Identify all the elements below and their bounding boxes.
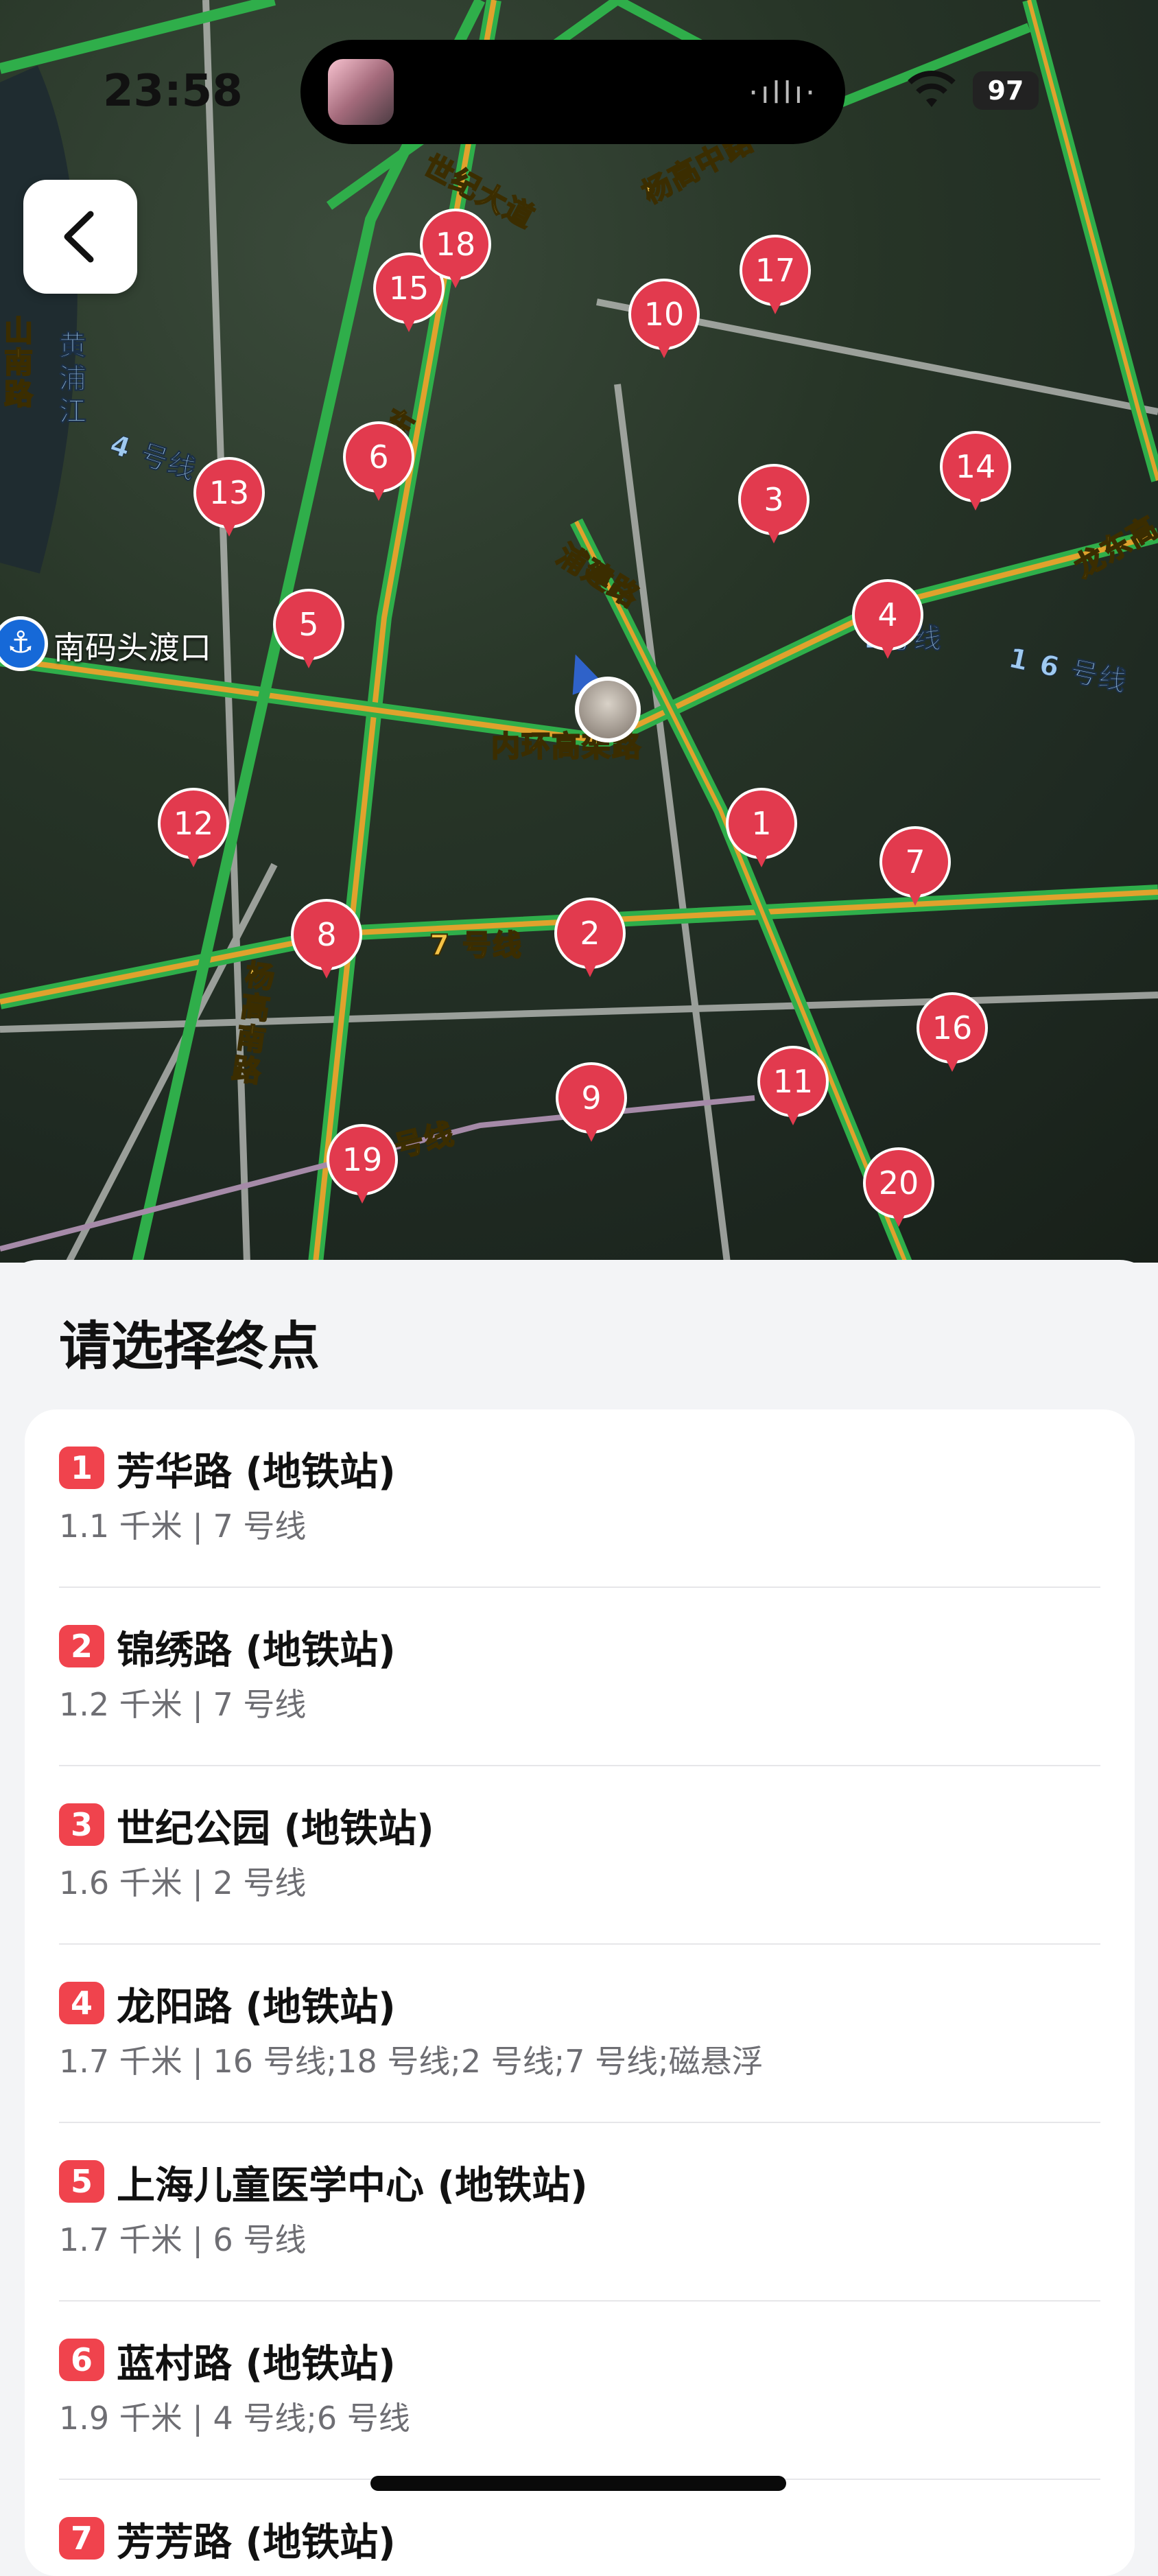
station-details: 1.7 千米 | 6 号线 <box>59 2221 307 2258</box>
station-details: 1.6 千米 | 2 号线 <box>59 1864 307 1901</box>
map-pin-10[interactable]: 10 <box>628 279 700 362</box>
current-location-marker <box>560 648 643 745</box>
map-pin-13[interactable]: 13 <box>193 457 265 541</box>
map-pin-14[interactable]: 14 <box>940 431 1011 515</box>
map-pin-7[interactable]: 7 <box>879 826 951 910</box>
map-pin-17[interactable]: 17 <box>740 235 811 318</box>
station-name: 世纪公园 (地铁站) <box>117 1807 434 1851</box>
map-pin-19[interactable]: 19 <box>327 1124 398 1208</box>
waveform-icon: ·ıllı· <box>748 75 818 110</box>
back-button[interactable] <box>23 180 137 294</box>
item-number-badge: 7 <box>59 2517 104 2560</box>
map-pin-1[interactable]: 1 <box>726 788 797 871</box>
station-details: 1.7 千米 | 16 号线;18 号线;2 号线;7 号线;磁悬浮 <box>59 2043 764 2080</box>
station-details: 1.2 千米 | 7 号线 <box>59 1686 307 1723</box>
list-item[interactable]: 3 世纪公园 (地铁站) 1.6 千米 | 2 号线 <box>59 1766 1100 1945</box>
chevron-left-icon <box>64 211 94 263</box>
ferry-label: 南码头渡口 <box>54 629 211 666</box>
sheet-title: 请选择终点 <box>59 1315 320 1377</box>
station-details: 1.9 千米 | 4 号线;6 号线 <box>59 2400 410 2437</box>
battery-indicator: 97 <box>973 71 1039 110</box>
station-details: 1.1 千米 | 7 号线 <box>59 1508 307 1545</box>
item-number-badge: 2 <box>59 1625 104 1667</box>
list-item[interactable]: 5 上海儿童医学中心 (地铁站) 1.7 千米 | 6 号线 <box>59 2123 1100 2302</box>
map-pin-16[interactable]: 16 <box>917 992 988 1076</box>
wifi-icon <box>908 71 956 107</box>
map-pin-6[interactable]: 6 <box>343 421 414 505</box>
item-number-badge: 1 <box>59 1447 104 1489</box>
map-pin-18[interactable]: 18 <box>420 209 491 292</box>
map-pin-8[interactable]: 8 <box>291 899 362 983</box>
user-avatar <box>575 677 641 742</box>
map-pin-5[interactable]: 5 <box>273 589 344 672</box>
item-number-badge: 5 <box>59 2160 104 2203</box>
station-name: 龙阳路 (地铁站) <box>117 1985 396 2030</box>
station-name: 锦绣路 (地铁站) <box>117 1628 396 1673</box>
map-pin-4[interactable]: 4 <box>852 579 923 663</box>
map-label-huangpu-river: 黄浦江 <box>59 330 88 428</box>
map-label-line7: 7 号线 <box>429 928 523 963</box>
list-item[interactable]: 2 锦绣路 (地铁站) 1.2 千米 | 7 号线 <box>59 1588 1100 1766</box>
map-pin-9[interactable]: 9 <box>556 1062 627 1146</box>
destination-sheet: 请选择终点 1 芳华路 (地铁站) 1.1 千米 | 7 号线 2 锦绣路 (地… <box>0 1260 1158 2576</box>
station-name: 芳芳路 (地铁站) <box>117 2520 396 2565</box>
list-item[interactable]: 6 蓝村路 (地铁站) 1.9 千米 | 4 号线;6 号线 <box>59 2302 1100 2480</box>
map-view[interactable]: 世纪大道 杨高中路 黄浦江 4 号线 浦建路 内环高架路 7 号线 杨高南路 号… <box>0 0 1158 1263</box>
station-name: 蓝村路 (地铁站) <box>117 2342 396 2387</box>
map-pin-12[interactable]: 12 <box>158 788 229 871</box>
map-pin-2[interactable]: 2 <box>554 898 626 981</box>
home-indicator[interactable] <box>370 2476 786 2491</box>
item-number-badge: 6 <box>59 2339 104 2381</box>
item-number-badge: 3 <box>59 1803 104 1846</box>
destination-list: 1 芳华路 (地铁站) 1.1 千米 | 7 号线 2 锦绣路 (地铁站) 1.… <box>25 1409 1135 2576</box>
now-playing-avatar <box>328 59 394 125</box>
map-pin-3[interactable]: 3 <box>738 464 810 548</box>
map-pin-20[interactable]: 20 <box>863 1147 934 1231</box>
list-item[interactable]: 7 芳芳路 (地铁站) <box>59 2480 1100 2576</box>
station-name: 上海儿童医学中心 (地铁站) <box>117 2164 588 2208</box>
list-item[interactable]: 4 龙阳路 (地铁站) 1.7 千米 | 16 号线;18 号线;2 号线;7 … <box>59 1945 1100 2123</box>
station-name: 芳华路 (地铁站) <box>117 1450 396 1495</box>
dynamic-island[interactable]: ·ıllı· <box>300 40 845 144</box>
map-label-road-left: 山南路 <box>3 314 35 411</box>
status-time: 23:58 <box>103 66 243 117</box>
map-pin-11[interactable]: 11 <box>757 1046 829 1129</box>
item-number-badge: 4 <box>59 1982 104 2024</box>
list-item[interactable]: 1 芳华路 (地铁站) 1.1 千米 | 7 号线 <box>59 1409 1100 1588</box>
